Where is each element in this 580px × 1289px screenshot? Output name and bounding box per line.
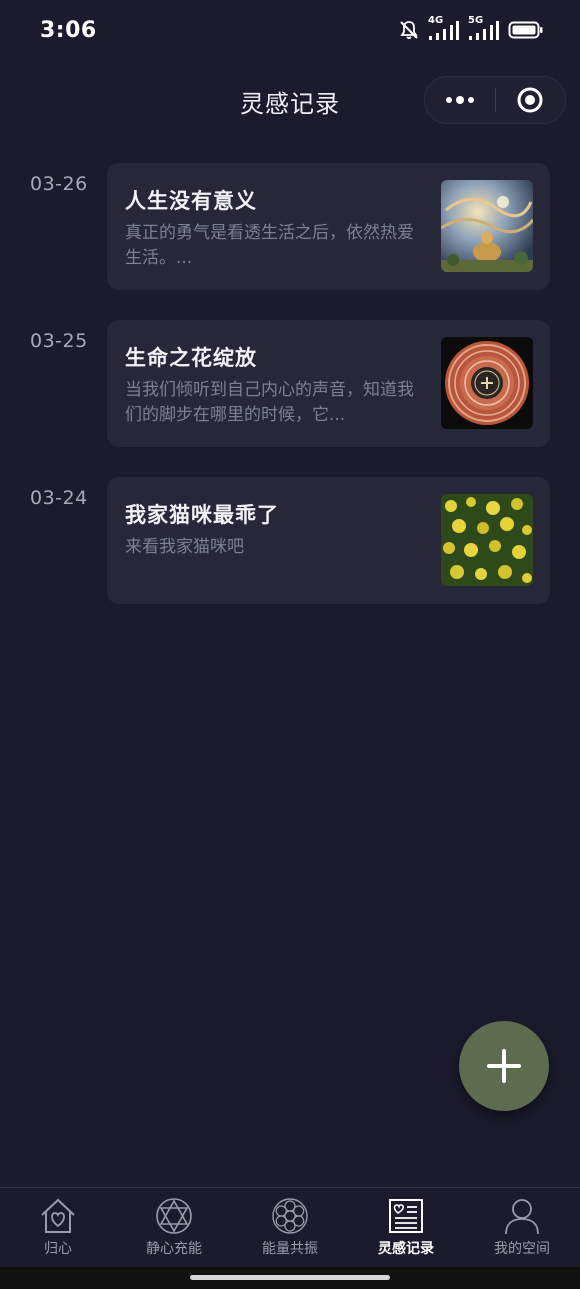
tab-guixin[interactable]: 归心 bbox=[0, 1188, 116, 1268]
notebook-heart-icon bbox=[386, 1196, 426, 1236]
tab-inspiration[interactable]: 灵感记录 bbox=[348, 1188, 464, 1268]
tab-label: 我的空间 bbox=[494, 1241, 550, 1257]
record-title: 我家猫咪最乖了 bbox=[125, 503, 279, 527]
record-card[interactable]: 我家猫咪最乖了 来看我家猫咪吧 bbox=[107, 477, 550, 604]
list-item: 03-26 人生没有意义 真正的勇气是看透生活之后，依然热爱生活。... bbox=[0, 163, 580, 290]
record-excerpt: 真正的勇气是看透生活之后，依然热爱生活。... bbox=[125, 223, 414, 268]
record-date: 03-26 bbox=[30, 173, 88, 195]
miniapp-capsule bbox=[424, 76, 566, 124]
record-excerpt: 当我们倾听到自己内心的声音，知道我们的脚步在哪里的时候，它... bbox=[125, 380, 414, 425]
bell-muted-icon bbox=[400, 21, 418, 39]
tab-jingxin[interactable]: 静心充能 bbox=[116, 1188, 232, 1268]
status-bar: 3:06 4G 5G bbox=[0, 0, 580, 64]
signal-4g-icon: 4G bbox=[428, 15, 460, 42]
tab-energy[interactable]: 能量共振 bbox=[232, 1188, 348, 1268]
signal-5g-icon: 5G bbox=[468, 15, 500, 42]
flower-of-life-icon bbox=[270, 1196, 310, 1236]
page-header: 灵感记录 bbox=[0, 72, 580, 128]
home-indicator[interactable] bbox=[190, 1275, 390, 1280]
record-date: 03-25 bbox=[30, 330, 88, 352]
tab-label: 归心 bbox=[44, 1241, 72, 1257]
tab-label: 静心充能 bbox=[146, 1241, 202, 1257]
record-card[interactable]: 生命之花绽放 当我们倾听到自己内心的声音，知道我们的脚步在哪里的时候，它... bbox=[107, 320, 550, 447]
record-excerpt: 来看我家猫咪吧 bbox=[125, 537, 244, 557]
close-miniapp-button[interactable] bbox=[496, 77, 566, 123]
tab-label: 灵感记录 bbox=[378, 1241, 434, 1257]
person-icon bbox=[502, 1196, 542, 1236]
bottom-tab-bar: 归心 静心充能 能量共振 灵感记录 我的空间 bbox=[0, 1187, 580, 1268]
list-item: 03-25 生命之花绽放 当我们倾听到自己内心的声音，知道我们的脚步在哪里的时候… bbox=[0, 320, 580, 447]
plus-icon bbox=[487, 1049, 521, 1083]
more-dots-icon bbox=[445, 96, 474, 104]
status-icons: 4G 5G bbox=[398, 15, 544, 42]
tab-my-space[interactable]: 我的空间 bbox=[464, 1188, 580, 1268]
system-nav-bar bbox=[0, 1267, 580, 1289]
record-title: 生命之花绽放 bbox=[125, 346, 257, 370]
more-button[interactable] bbox=[425, 77, 495, 123]
house-heart-icon bbox=[38, 1196, 78, 1236]
mandala-image bbox=[441, 337, 533, 429]
record-thumbnail bbox=[441, 337, 533, 429]
record-date: 03-24 bbox=[30, 487, 88, 509]
list-item: 03-24 我家猫咪最乖了 来看我家猫咪吧 bbox=[0, 477, 580, 604]
battery-icon bbox=[508, 21, 543, 39]
hexagram-icon bbox=[154, 1196, 194, 1236]
record-thumbnail bbox=[441, 494, 533, 586]
rapeseed-flowers-image bbox=[441, 494, 533, 586]
record-list: 03-26 人生没有意义 真正的勇气是看透生活之后，依然热爱生活。... 03-… bbox=[0, 163, 580, 634]
add-record-button[interactable] bbox=[459, 1021, 549, 1111]
target-circle-icon bbox=[517, 87, 543, 113]
status-time: 3:06 bbox=[40, 18, 97, 43]
record-title: 人生没有意义 bbox=[125, 189, 257, 213]
record-thumbnail bbox=[441, 180, 533, 272]
tab-label: 能量共振 bbox=[262, 1241, 318, 1257]
record-card[interactable]: 人生没有意义 真正的勇气是看透生活之后，依然热爱生活。... bbox=[107, 163, 550, 290]
cosmic-buddha-image bbox=[441, 180, 533, 272]
